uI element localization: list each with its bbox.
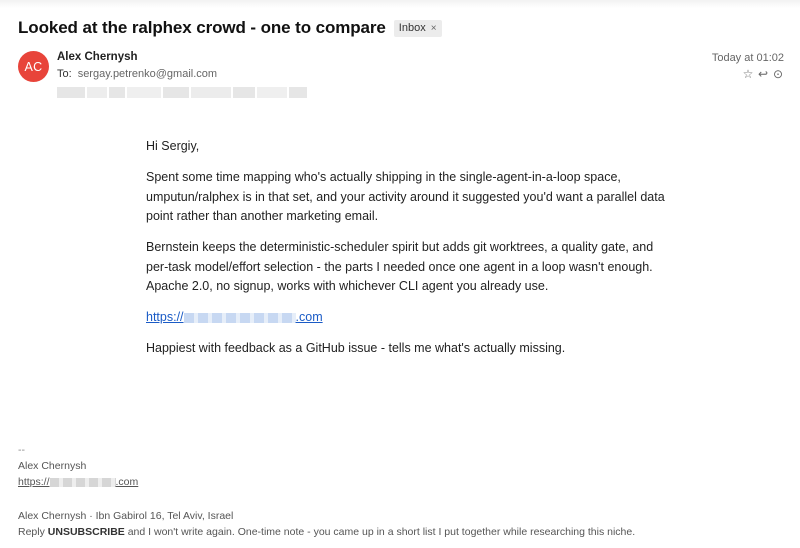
body-paragraph-1: Spent some time mapping who's actually s… [146,170,665,223]
email-subject: Looked at the ralphex crowd - one to com… [18,18,386,37]
signature-name: Alex Chernysh [18,460,87,472]
project-link[interactable]: https:// .com [146,308,323,328]
recipient-row: To: sergay.petrenko@gmail.com [57,68,217,80]
remove-label-icon[interactable]: × [431,23,437,34]
inbox-label-chip[interactable]: Inbox × [393,19,442,37]
avatar-initials: AC [24,59,43,74]
more-icon[interactable]: ⊙ [772,68,784,81]
inbox-label-text: Inbox [398,22,426,34]
footer-address: Alex Chernysh · Ibn Gabirol 16, Tel Aviv… [18,510,234,522]
redacted-signature-host [49,477,116,487]
greeting: Hi Sergiy, [146,139,200,153]
sender-name[interactable]: Alex Chernysh [57,51,138,63]
signature-block: -- Alex Chernysh https:// .com [18,442,138,490]
signature-link-prefix: https:// [18,476,50,488]
closing-paragraph: Happiest with feedback as a GitHub issue… [146,341,566,355]
email-body: Hi Sergiy, Spent some time mapping who's… [146,137,666,370]
email-actions: ☆ ↩ ⊙ [742,68,784,81]
project-link-suffix: .com [295,310,323,324]
signature-link-suffix: .com [115,476,139,488]
star-icon[interactable]: ☆ [742,68,754,81]
recipient-address[interactable]: sergay.petrenko@gmail.com [78,68,217,80]
subject-row: Looked at the ralphex crowd - one to com… [18,18,442,38]
sender-avatar: AC [18,51,49,82]
footer-reply-suffix: and I won't write again. One-time note -… [127,526,636,538]
email-date: Today at 01:02 [711,52,784,64]
footer-reply-prefix: Reply [18,526,45,538]
project-link-prefix: https:// [146,310,184,324]
unsubscribe-keyword: UNSUBSCRIBE [47,526,125,538]
reply-icon[interactable]: ↩ [757,68,769,81]
redacted-link-host [183,312,296,323]
redacted-header-info [57,87,307,98]
footer-unsubscribe-line: Reply UNSUBSCRIBE and I won't write agai… [18,524,635,540]
top-toolbar-shadow [0,0,800,8]
signature-link[interactable]: https:// .com [18,476,138,488]
body-paragraph-2: Bernstein keeps the deterministic-schedu… [146,240,654,293]
signature-divider: -- [18,444,25,456]
body-link-paragraph: https:// .com [146,308,666,328]
to-label: To: [57,68,72,80]
email-footer: Alex Chernysh · Ibn Gabirol 16, Tel Aviv… [18,508,635,540]
